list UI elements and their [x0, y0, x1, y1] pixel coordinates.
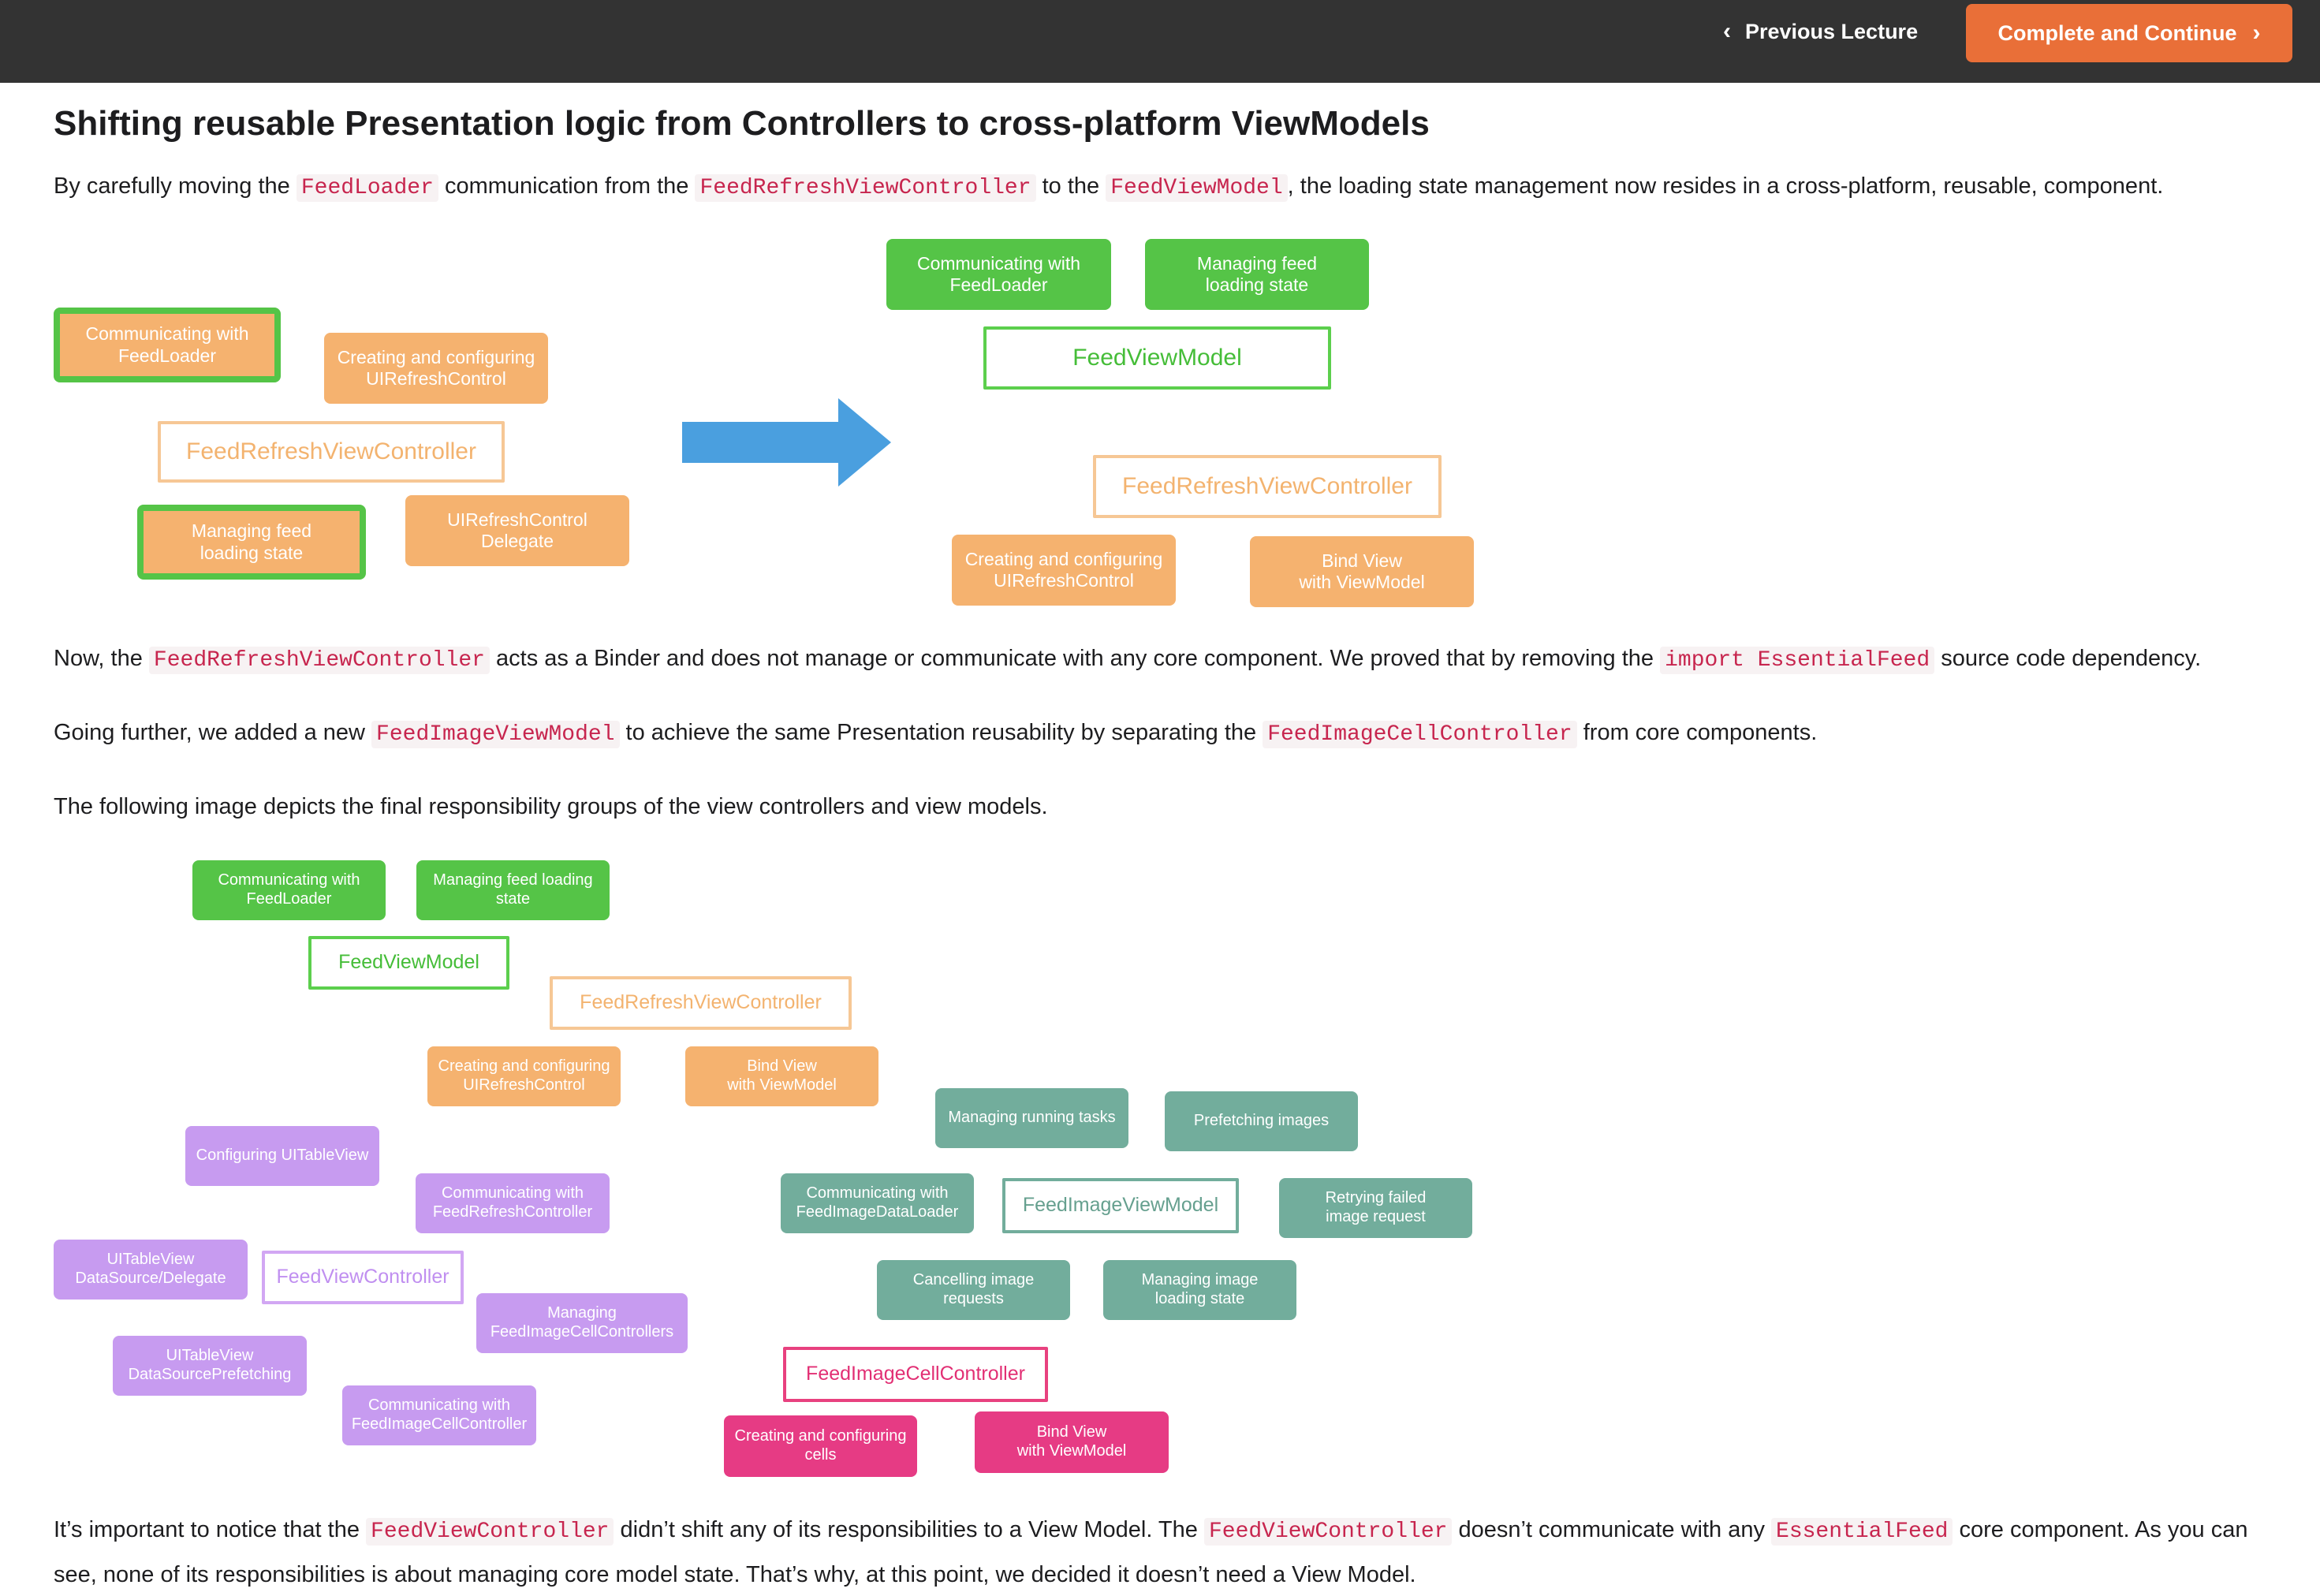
chevron-right-icon: › [2252, 20, 2261, 46]
class-feed-refresh-view-controller-after: FeedRefreshViewController [1093, 455, 1442, 518]
class-feed-view-model: FeedViewModel [983, 326, 1331, 390]
responsibility-communicating-cell-controller: Communicating with FeedImageCellControll… [342, 1385, 536, 1445]
text: , the loading state management now resid… [1287, 173, 2164, 199]
responsibility-creating-refresh-control-after: Creating and configuring UIRefreshContro… [952, 535, 1176, 606]
code-snippet: EssentialFeed [1771, 1518, 1953, 1546]
responsibility-creating-refresh-control: Creating and configuring UIRefreshContro… [324, 333, 548, 404]
text: source code dependency. [1934, 646, 2202, 671]
complete-and-continue-label: Complete and Continue [1997, 21, 2237, 45]
responsibility-bind-view-with-viewmodel: Bind View with ViewModel [1250, 536, 1474, 607]
top-bar: ‹ Previous Lecture Complete and Continue… [0, 0, 2320, 83]
responsibility-retrying-failed-request: Retrying failed image request [1279, 1178, 1472, 1238]
code-snippet: FeedImageViewModel [371, 721, 620, 748]
previous-lecture-label: Previous Lecture [1745, 19, 1919, 43]
responsibility-managing-feed-loading-state: Managing feed loading state [416, 860, 610, 920]
transition-arrow-icon [682, 398, 891, 487]
responsibility-refresh-control-delegate: UIRefreshControl Delegate [405, 495, 629, 566]
paragraph-conclusion: It’s important to notice that the FeedVi… [54, 1508, 2277, 1596]
text: By carefully moving the [54, 173, 297, 199]
text: acts as a Binder and does not manage or … [489, 646, 1661, 671]
code-snippet: FeedViewModel [1106, 174, 1288, 202]
responsibility-managing-cell-controllers: Managing FeedImageCellControllers [476, 1293, 688, 1353]
text: doesn’t communicate with any [1452, 1517, 1772, 1542]
responsibility-cancelling-image-requests: Cancelling image requests [877, 1260, 1070, 1320]
responsibility-creating-cells: Creating and configuring cells [724, 1415, 917, 1477]
code-snippet: FeedRefreshViewController [148, 647, 490, 674]
responsibility-creating-refresh-control: Creating and configuring UIRefreshContro… [427, 1046, 621, 1106]
responsibility-communicating-feedloader-after: Communicating with FeedLoader [886, 239, 1111, 310]
responsibility-managing-feed-loading-state: Managing feed loading state [137, 505, 366, 580]
text: communication from the [438, 173, 696, 199]
responsibility-communicating-image-data-loader: Communicating with FeedImageDataLoader [781, 1173, 974, 1233]
paragraph-binder: Now, the FeedRefreshViewController acts … [54, 637, 2277, 682]
class-feed-refresh-view-controller: FeedRefreshViewController [158, 421, 505, 483]
text: to achieve the same Presentation reusabi… [619, 720, 1263, 745]
chevron-left-icon: ‹ [1723, 18, 1731, 44]
text: Going further, we added a new [54, 720, 372, 745]
paragraph-going-further: Going further, we added a new FeedImageV… [54, 711, 2277, 756]
responsibility-managing-feed-loading-state-after: Managing feed loading state [1145, 239, 1369, 310]
text: didn’t shift any of its responsibilities… [614, 1517, 1204, 1542]
responsibility-tableview-datasource-delegate: UITableView DataSource/Delegate [54, 1240, 248, 1300]
code-snippet: import EssentialFeed [1660, 647, 1935, 674]
responsibility-tableview-datasource-prefetching: UITableView DataSourcePrefetching [113, 1336, 307, 1396]
responsibility-managing-running-tasks: Managing running tasks [935, 1088, 1128, 1148]
code-snippet: FeedImageCellController [1263, 721, 1577, 748]
class-feed-image-cell-controller: FeedImageCellController [783, 1347, 1048, 1402]
responsibility-prefetching-images: Prefetching images [1165, 1091, 1358, 1151]
class-feed-view-model: FeedViewModel [308, 936, 509, 990]
class-feed-view-controller: FeedViewController [262, 1251, 464, 1304]
code-snippet: FeedLoader [296, 174, 438, 202]
paragraph-image-intro: The following image depicts the final re… [54, 794, 1048, 819]
previous-lecture-button[interactable]: ‹ Previous Lecture [1723, 11, 1944, 52]
responsibility-configuring-tableview: Configuring UITableView [185, 1126, 379, 1186]
responsibility-communicating-feedloader: Communicating with FeedLoader [54, 308, 281, 382]
complete-and-continue-button[interactable]: Complete and Continue › [1966, 4, 2292, 62]
lecture-title: Shifting reusable Presentation logic fro… [54, 104, 1430, 143]
text: Now, the [54, 646, 149, 671]
text: from core components. [1576, 720, 1818, 745]
paragraph-intro: By carefully moving the FeedLoader commu… [54, 165, 2277, 210]
code-snippet: FeedRefreshViewController [695, 174, 1036, 202]
text: to the [1035, 173, 1106, 199]
code-snippet: FeedViewController [366, 1518, 614, 1546]
responsibility-communicating-refresh-controller: Communicating with FeedRefreshController [416, 1173, 610, 1233]
class-feed-refresh-view-controller: FeedRefreshViewController [550, 976, 852, 1030]
responsibility-bind-view-with-viewmodel-cells: Bind View with ViewModel [975, 1411, 1169, 1473]
responsibility-communicating-feedloader: Communicating with FeedLoader [192, 860, 386, 920]
responsibility-bind-view-with-viewmodel: Bind View with ViewModel [685, 1046, 878, 1106]
responsibility-managing-image-loading-state: Managing image loading state [1103, 1260, 1296, 1320]
code-snippet: FeedViewController [1203, 1518, 1453, 1546]
text: It’s important to notice that the [54, 1517, 367, 1542]
class-feed-image-view-model: FeedImageViewModel [1002, 1178, 1239, 1233]
